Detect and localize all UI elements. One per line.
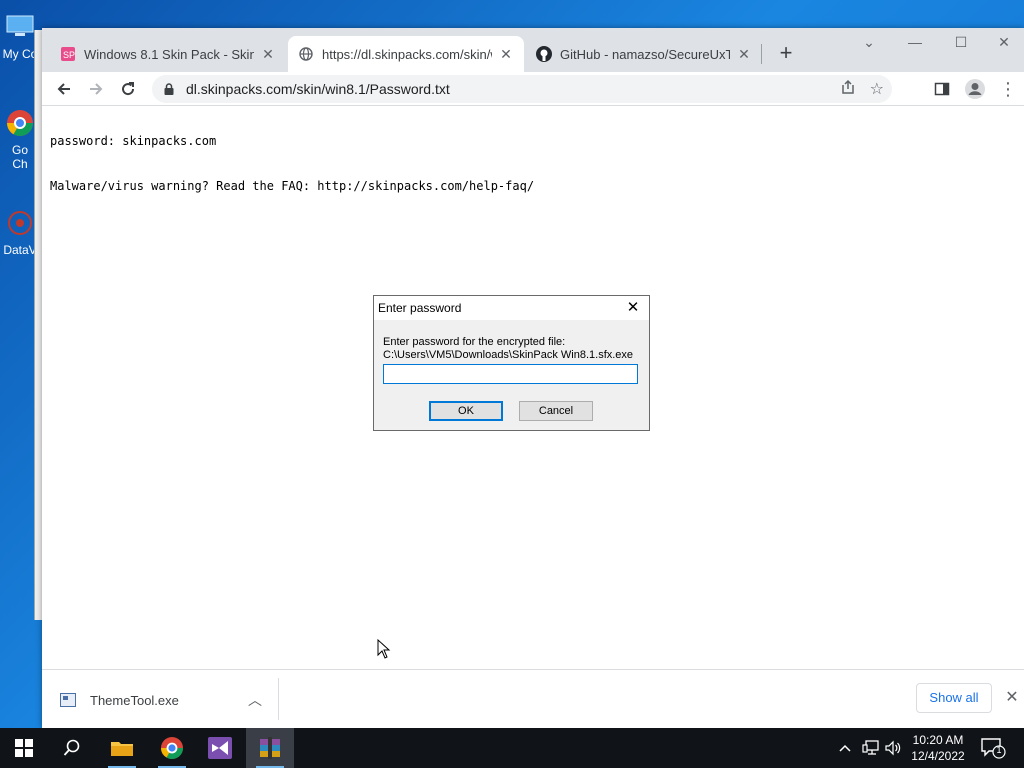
search-icon <box>63 739 80 756</box>
desktop-icon-label: Go Ch <box>11 143 28 171</box>
address-text: dl.skinpacks.com/skin/win8.1/Password.tx… <box>186 81 450 97</box>
network-icon[interactable] <box>862 728 880 768</box>
tab-skinpack[interactable]: SP Windows 8.1 Skin Pack - Skin Pa ✕ <box>50 36 286 72</box>
maximize-button[interactable]: ☐ <box>938 30 984 58</box>
bookmark-star-icon[interactable]: ☆ <box>870 79 884 100</box>
dialog-prompt: Enter password for the encrypted file: C… <box>383 336 633 362</box>
visual-studio-icon <box>208 737 232 759</box>
exe-file-icon <box>60 693 76 707</box>
tab-title: GitHub - namazso/SecureUxThe <box>560 46 730 62</box>
close-icon[interactable]: ✕ <box>498 46 514 63</box>
notification-count: 1 <box>996 745 1002 755</box>
winrar-icon <box>260 737 280 759</box>
chevron-up-icon[interactable]: ︿ <box>245 688 265 712</box>
lock-icon[interactable] <box>162 82 176 96</box>
this-pc-icon <box>6 15 34 36</box>
download-item[interactable]: ThemeTool.exe <box>60 688 179 712</box>
close-icon[interactable]: ✕ <box>1000 686 1024 710</box>
back-button[interactable] <box>50 75 78 103</box>
minimize-button[interactable]: — <box>892 30 938 58</box>
tab-search-button[interactable]: ⌄ <box>846 30 892 58</box>
show-hidden-icons[interactable] <box>838 728 852 768</box>
window-close-button[interactable]: ✕ <box>984 30 1024 58</box>
password-input[interactable] <box>383 364 638 384</box>
forward-button[interactable] <box>82 75 110 103</box>
share-icon[interactable] <box>840 79 856 100</box>
start-button[interactable] <box>0 728 48 768</box>
reload-button[interactable] <box>114 75 142 103</box>
volume-icon[interactable] <box>884 728 902 768</box>
taskbar-chrome[interactable] <box>148 728 196 768</box>
windows-logo-icon <box>15 739 33 757</box>
reload-icon <box>122 82 135 96</box>
action-center-button[interactable]: 1 <box>980 736 1006 760</box>
dialog-title-bar: Enter password ✕ <box>374 296 649 320</box>
search-button[interactable] <box>48 728 96 768</box>
dialog-close-button[interactable]: ✕ <box>623 296 643 320</box>
menu-button[interactable]: ⋮ <box>994 75 1022 103</box>
taskbar-visual-studio[interactable] <box>196 728 244 768</box>
cancel-button[interactable]: Cancel <box>519 401 593 421</box>
chrome-shortcut-icon <box>6 110 34 137</box>
close-icon[interactable]: ✕ <box>260 46 276 63</box>
clock-date: 12/4/2022 <box>911 749 965 763</box>
downloads-bar: ThemeTool.exe ︿ Show all ✕ <box>42 669 1024 728</box>
download-file-name: ThemeTool.exe <box>90 692 179 708</box>
mouse-cursor-icon <box>377 639 391 659</box>
folder-icon <box>111 742 133 756</box>
desktop-icon-label: My Co <box>2 47 38 61</box>
dialog-prompt-line: Enter password for the encrypted file: <box>383 336 566 348</box>
github-icon <box>536 46 552 62</box>
password-dialog: Enter password ✕ Enter password for the … <box>373 295 650 431</box>
dialog-file-path: C:\Users\VM5\Downloads\SkinPack Win8.1.s… <box>383 349 634 361</box>
side-panel-icon <box>934 82 950 96</box>
tab-password-txt[interactable]: https://dl.skinpacks.com/skin/wi ✕ <box>288 36 524 72</box>
forward-arrow-icon <box>90 83 103 95</box>
svg-text:SP: SP <box>63 50 75 60</box>
ok-button[interactable]: OK <box>429 401 503 421</box>
taskbar-winrar[interactable] <box>246 728 294 768</box>
dialog-title: Enter password <box>378 301 462 315</box>
show-all-button[interactable]: Show all <box>916 683 992 713</box>
new-tab-button[interactable]: + <box>772 40 800 68</box>
back-arrow-icon <box>57 83 70 95</box>
close-icon[interactable]: ✕ <box>736 46 752 63</box>
more-vert-icon: ⋮ <box>999 78 1017 99</box>
clock-time: 10:20 AM <box>912 733 964 747</box>
profile-button[interactable] <box>961 75 989 103</box>
tab-github[interactable]: GitHub - namazso/SecureUxThe ✕ <box>526 36 762 72</box>
globe-icon <box>298 46 314 62</box>
chevron-up-icon <box>839 744 851 752</box>
tab-title: Windows 8.1 Skin Pack - Skin Pa <box>84 46 254 62</box>
skinpack-favicon: SP <box>60 46 76 62</box>
taskbar: 10:20 AM 12/4/2022 1 <box>0 728 1024 768</box>
taskbar-file-explorer[interactable] <box>98 728 146 768</box>
datav-shortcut-icon <box>8 211 32 235</box>
downloads-separator <box>278 678 279 720</box>
tab-strip: SP Windows 8.1 Skin Pack - Skin Pa ✕ htt… <box>42 28 1024 72</box>
address-bar[interactable]: dl.skinpacks.com/skin/win8.1/Password.tx… <box>152 75 892 103</box>
tab-separator <box>761 44 762 64</box>
side-panel-button[interactable] <box>928 75 956 103</box>
desktop-icon-label: DataV <box>3 243 37 257</box>
address-actions: ☆ <box>840 79 884 100</box>
browser-toolbar: dl.skinpacks.com/skin/win8.1/Password.tx… <box>42 72 1024 106</box>
password-line: password: skinpacks.com <box>50 134 217 148</box>
profile-avatar-icon <box>965 79 985 99</box>
chrome-icon <box>161 737 183 759</box>
tab-title: https://dl.skinpacks.com/skin/wi <box>322 46 492 62</box>
system-clock[interactable]: 10:20 AM 12/4/2022 <box>906 732 970 764</box>
warning-line: Malware/virus warning? Read the FAQ: htt… <box>50 179 535 193</box>
